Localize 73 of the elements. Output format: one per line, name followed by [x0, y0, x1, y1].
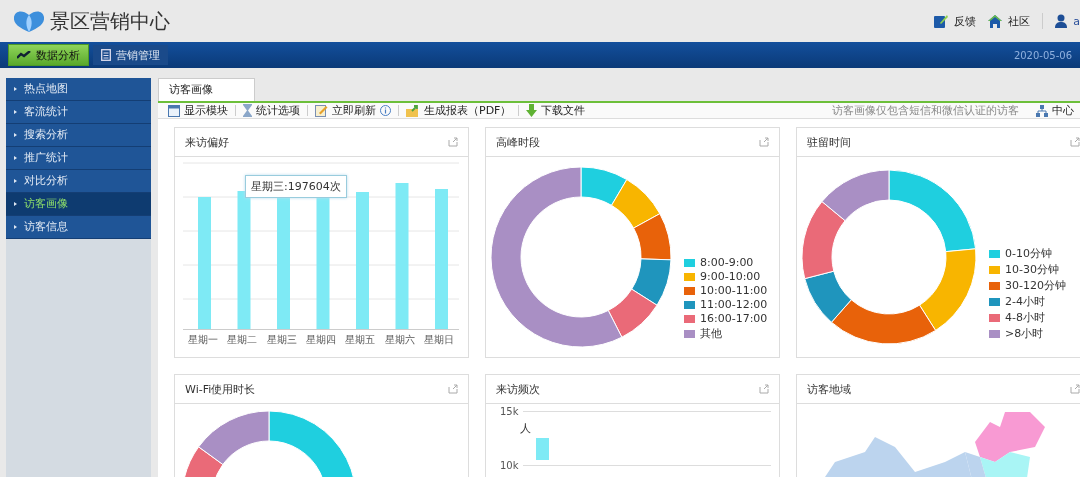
legend-label: 其他 — [700, 326, 722, 341]
axis-label: 星期五 — [344, 333, 377, 347]
axis-tick-label: 15k — [500, 406, 519, 417]
heart-logo-icon — [12, 8, 46, 34]
sidebar-item[interactable]: 推广统计 — [6, 147, 151, 170]
date-label: 2020-05-06 — [1013, 49, 1072, 61]
axis-tick-label: 10k — [500, 460, 519, 471]
tooltip: 星期三:197604次 — [245, 175, 347, 198]
legend-label: 8:00-9:00 — [700, 256, 754, 269]
legend-label: 4-8小时 — [1005, 310, 1045, 325]
export-icon[interactable] — [1070, 384, 1080, 394]
toolbar-button[interactable]: 显示模块 — [168, 103, 228, 118]
legend-label: 16:00-17:00 — [700, 312, 768, 325]
toolbar-note: 访客画像仅包含短信和微信认证的访客 — [832, 103, 1019, 118]
legend-label: 30-120分钟 — [1005, 278, 1066, 293]
download-icon — [526, 104, 538, 117]
pencil-icon — [315, 104, 328, 117]
toolbar-button[interactable]: 中心 — [1036, 103, 1074, 118]
donut-slice — [631, 258, 672, 306]
sidebar-item[interactable]: 访客信息 — [6, 216, 151, 239]
sidebar-item[interactable]: 热点地图 — [6, 78, 151, 101]
nav-tab[interactable]: 数据分析 — [8, 44, 89, 66]
card-title: 驻留时间 — [807, 134, 851, 150]
legend-label: 2-4小时 — [1005, 294, 1045, 309]
nav-tab[interactable]: 营销管理 — [93, 45, 168, 65]
sidebar-item[interactable]: 对比分析 — [6, 170, 151, 193]
network-icon — [1036, 104, 1048, 117]
legend-label: 0-10分钟 — [1005, 246, 1052, 261]
axis-unit: 人 — [520, 421, 532, 436]
export-icon[interactable] — [759, 384, 769, 394]
toolbar-button[interactable]: 生成报表（PDF） — [406, 103, 512, 118]
sidebar-item[interactable]: 搜索分析 — [6, 124, 151, 147]
export-icon[interactable] — [448, 137, 458, 147]
card-title: 高峰时段 — [496, 134, 540, 150]
axis-label: 星期四 — [304, 333, 337, 347]
app-title: 景区营销中心 — [50, 7, 170, 35]
sidebar-item[interactable]: 访客画像 — [6, 193, 151, 216]
header-link[interactable]: 社区 — [988, 13, 1031, 29]
axis-label: 星期三 — [265, 333, 298, 347]
legend-label: 10:00-11:00 — [700, 284, 768, 297]
axis-label: 星期日 — [423, 333, 456, 347]
document-icon — [101, 49, 111, 61]
legend-label: >8小时 — [1005, 326, 1044, 341]
folder-arrow-icon — [406, 104, 420, 117]
home-icon — [988, 14, 1003, 28]
donut-slice — [633, 213, 672, 261]
toolbar-button[interactable]: 统计选项 — [243, 103, 300, 118]
hourglass-icon — [243, 104, 252, 117]
toolbar-button[interactable]: 立即刷新 — [315, 103, 391, 118]
info-icon — [380, 105, 391, 116]
pencil-note-icon — [934, 14, 949, 28]
axis-label: 星期一 — [186, 333, 219, 347]
page-tab[interactable]: 访客画像 — [158, 78, 255, 101]
card-title: 来访偏好 — [185, 134, 229, 150]
legend-label: 9:00-10:00 — [700, 270, 761, 283]
header-link[interactable]: a — [1055, 14, 1080, 28]
header-link[interactable]: 反馈 — [934, 13, 977, 29]
card-title: 来访频次 — [496, 381, 540, 397]
export-icon[interactable] — [1070, 137, 1080, 147]
sidebar-item[interactable]: 客流统计 — [6, 101, 151, 124]
trend-icon — [17, 51, 31, 59]
legend-label: 11:00-12:00 — [700, 298, 768, 311]
window-icon — [168, 104, 180, 117]
card-title: Wi-Fi使用时长 — [185, 381, 256, 397]
legend-label: 10-30分钟 — [1005, 262, 1059, 277]
axis-label: 星期六 — [383, 333, 416, 347]
export-icon[interactable] — [448, 384, 458, 394]
axis-label: 星期二 — [226, 333, 259, 347]
bar — [536, 438, 549, 460]
toolbar-button[interactable]: 下载文件 — [526, 103, 586, 118]
export-icon[interactable] — [759, 137, 769, 147]
card-title: 访客地域 — [807, 381, 851, 397]
user-icon — [1055, 14, 1068, 28]
